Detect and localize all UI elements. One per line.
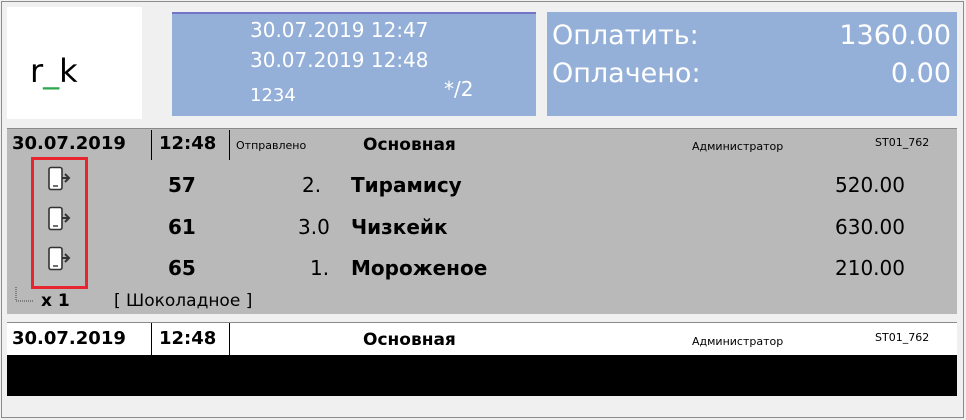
next-order-date: 30.07.2019: [12, 328, 126, 349]
order-time: 12:48: [159, 133, 217, 154]
item-qty: 3.0: [298, 215, 330, 239]
order-updated-time: 30.07.2019 12:48: [250, 48, 429, 72]
item-qty: 1.: [310, 256, 330, 280]
highlight-box: [31, 157, 88, 289]
item-code: 61: [168, 215, 196, 239]
item-price: 630.00: [835, 215, 905, 239]
order-item-row[interactable]: [7, 165, 957, 205]
paid-label: Оплачено:: [552, 58, 701, 89]
item-price: 210.00: [835, 256, 905, 280]
pay-value: 1360.00: [839, 20, 951, 51]
next-order-section: Основная: [363, 330, 456, 350]
item-qty: 2.: [302, 173, 322, 197]
guest-count: */2: [444, 77, 474, 101]
logo-k: k: [59, 52, 78, 90]
order-status: Отправлено: [236, 139, 307, 152]
order-item-row[interactable]: [7, 205, 957, 245]
order-header-row[interactable]: [7, 128, 957, 160]
divider: [229, 323, 230, 355]
next-order-header-row[interactable]: [7, 322, 957, 355]
item-name: Тирамису: [351, 173, 462, 197]
order-opened-time: 30.07.2019 12:47: [250, 18, 429, 42]
divider: [229, 130, 230, 160]
item-price: 520.00: [835, 173, 905, 197]
next-order-body: [7, 355, 957, 396]
logo-underscore: _: [43, 52, 60, 90]
order-station: ST01_762: [875, 136, 930, 149]
divider: [151, 130, 152, 160]
item-code: 57: [168, 173, 196, 197]
item-code: 65: [168, 256, 196, 280]
item-name: Мороженое: [351, 256, 488, 280]
tree-branch-icon: [14, 287, 36, 311]
divider: [151, 323, 152, 355]
next-order-time: 12:48: [159, 328, 217, 349]
paid-value: 0.00: [890, 58, 951, 89]
order-number: 1234: [250, 85, 296, 106]
order-role: Администратор: [692, 140, 784, 153]
order-section: Основная: [363, 135, 456, 155]
modifier-text[interactable]: [ Шоколадное ]: [114, 291, 252, 311]
logo: r_k: [30, 52, 78, 90]
pay-label: Оплатить:: [552, 20, 699, 51]
next-order-role: Администратор: [692, 335, 784, 348]
item-name: Чизкейк: [351, 215, 448, 239]
order-date: 30.07.2019: [12, 133, 126, 154]
modifier-multiplier: x 1: [41, 291, 70, 311]
logo-r: r: [30, 52, 44, 90]
next-order-station: ST01_762: [875, 331, 930, 344]
